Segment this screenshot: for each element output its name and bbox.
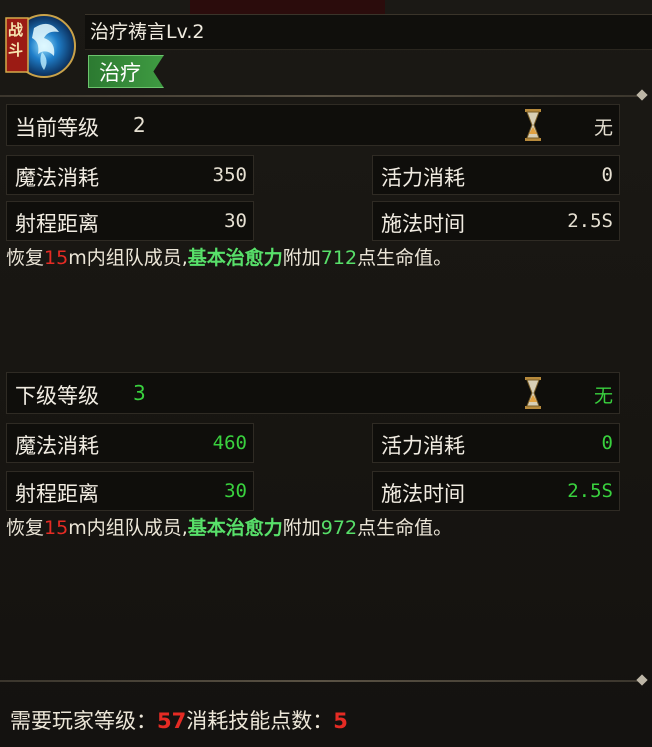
current-vigor-cost-box: 活力消耗 0 — [372, 155, 620, 195]
desc-range-value: 15 — [44, 517, 69, 539]
next-range-box: 射程距离 30 — [6, 471, 254, 511]
next-mana-label: 魔法消耗 — [15, 434, 99, 458]
hourglass-icon — [525, 109, 541, 141]
desc-text: 恢复 — [6, 247, 45, 269]
divider-knob — [636, 674, 648, 686]
skill-name: 治疗祷言Lv.2 — [90, 21, 205, 43]
req-level-value: 57 — [157, 709, 187, 733]
desc-highlight: 基本治愈力 — [187, 247, 283, 269]
desc-text: 附加 — [282, 247, 321, 269]
current-cast-label: 施法时间 — [381, 212, 465, 236]
desc-text: 恢复 — [6, 517, 45, 539]
current-range-box: 射程距离 30 — [6, 201, 254, 241]
current-level-label: 当前等级 — [15, 116, 99, 140]
next-mana-value: 460 — [212, 432, 247, 454]
battle-badge: 战斗 — [8, 21, 24, 59]
next-level-label: 下级等级 — [15, 384, 99, 408]
desc-text: 点生命值。 — [357, 247, 453, 269]
current-cooldown-value: 无 — [593, 117, 613, 139]
current-mana-value: 350 — [212, 164, 247, 186]
next-level-row: 下级等级 3 无 — [6, 372, 620, 414]
desc-heal-amount: 972 — [320, 517, 358, 539]
skill-type-label: 治疗 — [99, 61, 141, 85]
current-vigor-value: 0 — [601, 164, 613, 186]
current-description: 恢复15m内组队成员,基本治愈力附加712点生命值。 — [6, 243, 452, 270]
next-vigor-value: 0 — [601, 432, 613, 454]
desc-text: m内组队成员, — [68, 247, 188, 269]
skill-point-cost-label: 消耗技能点数： — [186, 709, 334, 733]
desc-heal-amount: 712 — [320, 247, 358, 269]
next-mana-cost-box: 魔法消耗 460 — [6, 423, 254, 463]
next-cast-value: 2.5S — [567, 480, 613, 502]
current-mana-label: 魔法消耗 — [15, 166, 99, 190]
next-description: 恢复15m内组队成员,基本治愈力附加972点生命值。 — [6, 513, 452, 540]
current-range-label: 射程距离 — [15, 212, 99, 236]
desc-highlight: 基本治愈力 — [187, 517, 283, 539]
skill-point-cost-value: 5 — [333, 709, 348, 733]
requirements-footer: 需要玩家等级：57消耗技能点数：5 — [10, 705, 348, 735]
next-level-value: 3 — [133, 381, 146, 405]
top-strip — [190, 0, 385, 14]
next-vigor-cost-box: 活力消耗 0 — [372, 423, 620, 463]
desc-range-value: 15 — [44, 247, 69, 269]
current-level-value: 2 — [133, 113, 146, 137]
current-cast-time-box: 施法时间 2.5S — [372, 201, 620, 241]
req-level-label: 需要玩家等级： — [10, 709, 157, 733]
next-cooldown-value: 无 — [593, 385, 613, 407]
current-mana-cost-box: 魔法消耗 350 — [6, 155, 254, 195]
divider-bottom — [0, 674, 648, 686]
skill-tooltip-panel: 战斗 治疗祷言Lv.2 治疗 当前等级 2 无 魔法消耗 350 活力消耗 0 … — [0, 0, 652, 747]
current-cast-value: 2.5S — [567, 210, 613, 232]
hourglass-icon — [525, 377, 541, 409]
current-level-row: 当前等级 2 无 — [6, 104, 620, 146]
next-range-label: 射程距离 — [15, 482, 99, 506]
desc-text: 附加 — [282, 517, 321, 539]
next-cast-label: 施法时间 — [381, 482, 465, 506]
next-range-value: 30 — [224, 480, 247, 502]
current-vigor-label: 活力消耗 — [381, 166, 465, 190]
divider-top — [0, 89, 648, 101]
desc-text: m内组队成员, — [68, 517, 188, 539]
desc-text: 点生命值。 — [357, 517, 453, 539]
next-cast-time-box: 施法时间 2.5S — [372, 471, 620, 511]
skill-type-tag: 治疗 — [88, 55, 164, 88]
next-vigor-label: 活力消耗 — [381, 434, 465, 458]
divider-knob — [636, 89, 648, 101]
current-range-value: 30 — [224, 210, 247, 232]
